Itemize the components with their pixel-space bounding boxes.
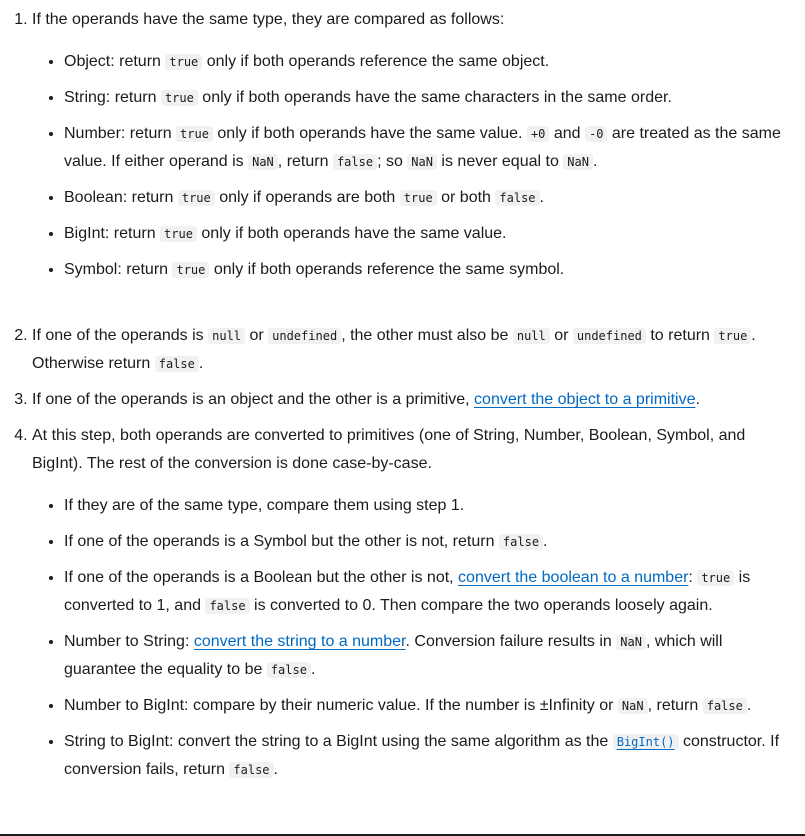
code-null: null [208, 328, 246, 344]
code-false: false [229, 762, 274, 778]
conversion-cases: If they are of the same type, compare th… [32, 492, 792, 784]
case-number: Number: return true only if both operand… [64, 120, 792, 176]
step-3: If one of the operands is an object and … [32, 386, 792, 414]
case-symbol-mismatch: If one of the operands is a Symbol but t… [64, 528, 792, 556]
convert-boolean-link[interactable]: convert the boolean to a number [458, 569, 688, 586]
code-true: true [160, 90, 198, 106]
case-bigint: BigInt: return true only if both operand… [64, 220, 792, 248]
code-nan: NaN [248, 154, 278, 170]
step-2: If one of the operands is null or undefi… [32, 322, 792, 378]
code-false: false [154, 356, 199, 372]
bigint-constructor-link[interactable]: BigInt() [612, 733, 679, 750]
case-string: String: return true only if both operand… [64, 84, 792, 112]
case-object: Object: return true only if both operand… [64, 48, 792, 76]
code-false: false [702, 698, 747, 714]
case-same-type: If they are of the same type, compare th… [64, 492, 792, 520]
code-false: false [266, 662, 311, 678]
case-boolean: Boolean: return true only if operands ar… [64, 184, 792, 212]
code-minus-zero: -0 [584, 126, 608, 142]
code-true: true [165, 54, 203, 70]
code-nan: NaN [407, 154, 437, 170]
case-string-to-bigint: String to BigInt: convert the string to … [64, 728, 792, 784]
code-true: true [399, 190, 437, 206]
code-true: true [176, 126, 213, 142]
code-null: null [512, 328, 550, 344]
step-1: If the operands have the same type, they… [32, 6, 792, 284]
code-nan: NaN [563, 154, 593, 170]
code-true: true [714, 328, 752, 344]
code-true: true [160, 226, 197, 242]
code-false: false [332, 154, 378, 170]
case-boolean-mismatch: If one of the operands is a Boolean but … [64, 564, 792, 620]
code-plus-zero: +0 [526, 126, 550, 142]
code-undefined: undefined [572, 328, 646, 344]
convert-string-link[interactable]: convert the string to a number [194, 633, 406, 650]
code-nan: NaN [616, 634, 646, 650]
code-bigint: BigInt() [612, 734, 679, 750]
case-number-to-bigint: Number to BigInt: compare by their numer… [64, 692, 792, 720]
step-4-intro: At this step, both operands are converte… [32, 427, 746, 472]
step-1-intro: If the operands have the same type, they… [32, 11, 505, 28]
code-true: true [697, 570, 735, 586]
code-false: false [495, 190, 540, 206]
comparison-steps: If the operands have the same type, they… [0, 6, 792, 784]
step-4: At this step, both operands are converte… [32, 422, 792, 784]
code-true: true [172, 262, 210, 278]
convert-object-link[interactable]: convert the object to a primitive [474, 391, 695, 408]
code-undefined: undefined [268, 328, 342, 344]
code-nan: NaN [617, 698, 648, 714]
code-true: true [177, 190, 215, 206]
case-number-to-string: Number to String: convert the string to … [64, 628, 792, 684]
code-false: false [205, 598, 250, 614]
same-type-cases: Object: return true only if both operand… [32, 48, 792, 284]
case-symbol: Symbol: return true only if both operand… [64, 256, 792, 284]
code-false: false [498, 534, 544, 550]
